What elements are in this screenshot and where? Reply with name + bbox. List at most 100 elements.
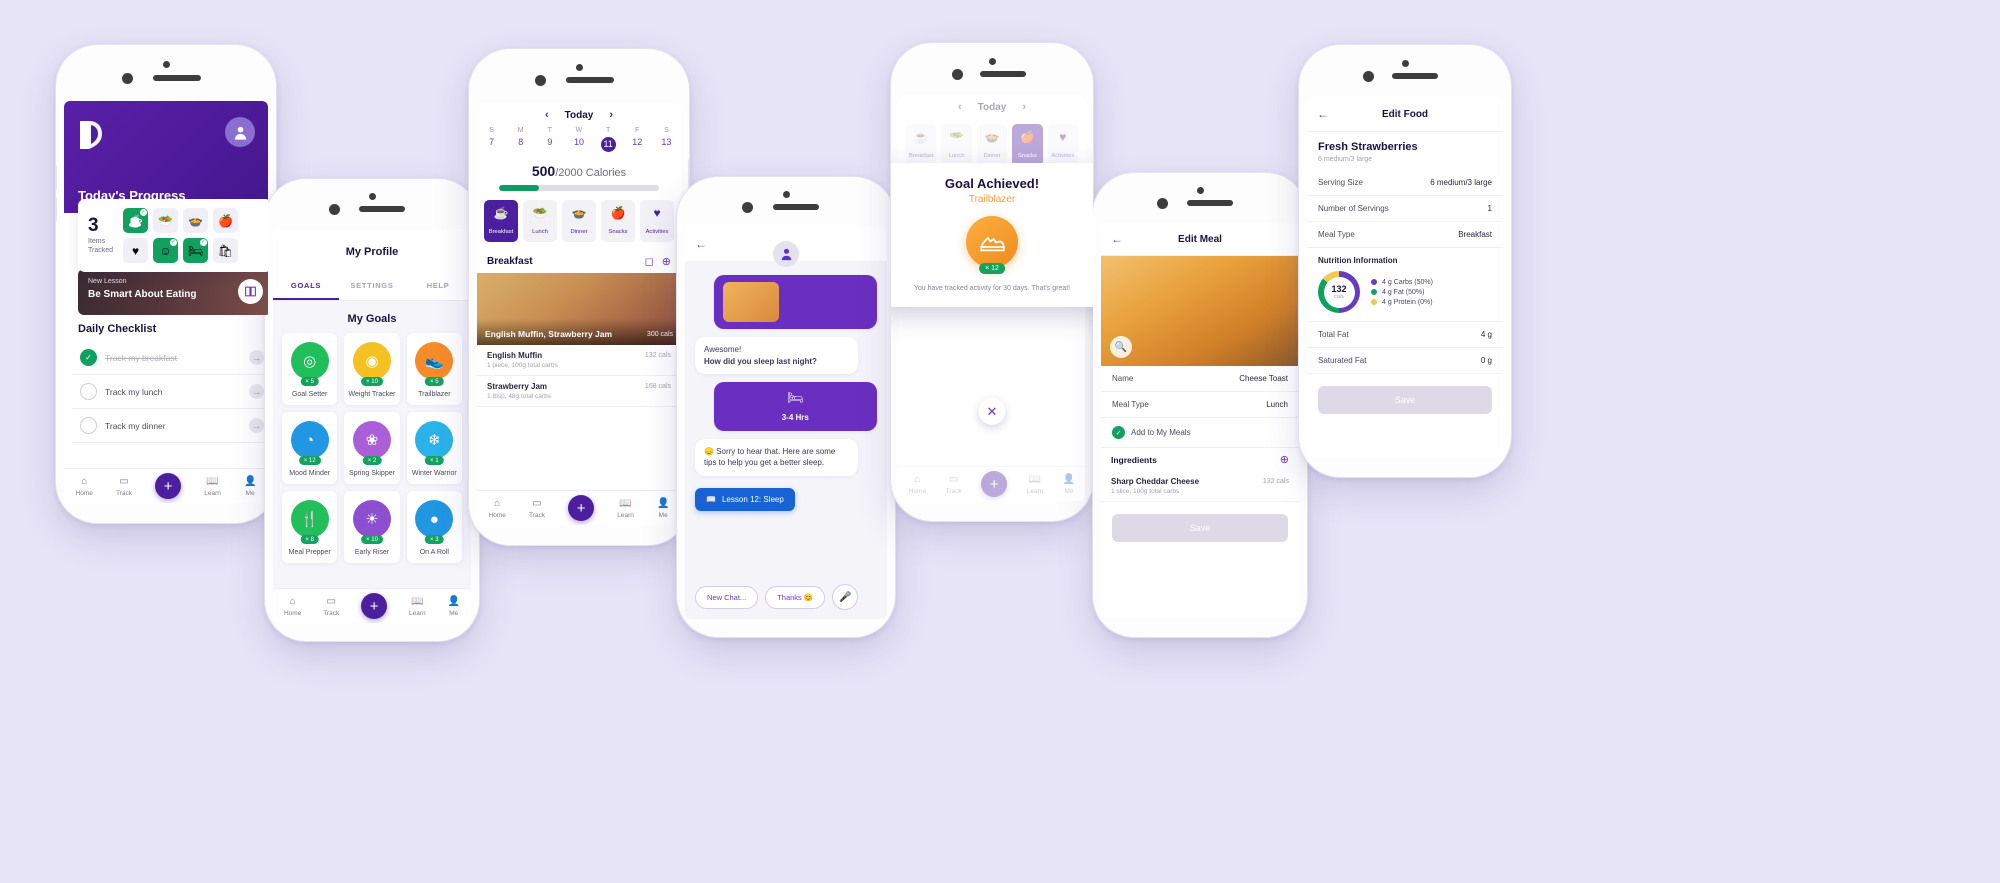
tab-learn[interactable]: 📖 Learn	[409, 594, 426, 619]
day-cell[interactable]: S 13	[656, 127, 676, 152]
tracked-tile[interactable]: 🥗	[153, 208, 179, 233]
day-cell[interactable]: T 11	[598, 127, 618, 152]
badge-card[interactable]: 🍴 × 8 Meal Prepper	[282, 491, 338, 563]
go-arrow-icon[interactable]: →	[249, 384, 264, 399]
chat-bubble[interactable]: 😞 Sorry to hear that. Here are some tips…	[695, 438, 859, 476]
back-arrow-icon[interactable]: ←	[695, 237, 707, 251]
field-row[interactable]: Meal Type Lunch	[1101, 392, 1299, 418]
volume-down-button[interactable]	[56, 197, 57, 221]
magnifier-icon[interactable]: 🔍	[1110, 336, 1132, 358]
plus-circle-icon[interactable]: ⊕	[1280, 453, 1289, 466]
quick-reply-button[interactable]: New Chat...	[695, 585, 759, 609]
tab-track[interactable]: ▭ Track	[529, 496, 545, 521]
plus-circle-icon[interactable]: ⊕	[662, 255, 671, 268]
save-button[interactable]: Save	[1318, 386, 1492, 414]
tab-home[interactable]: ⌂ Home	[76, 474, 93, 499]
tab-me[interactable]: 👤 Me	[244, 474, 256, 499]
lesson-banner[interactable]: New Lesson Be Smart About Eating	[78, 269, 268, 315]
day-cell[interactable]: F 12	[627, 127, 647, 152]
camera-icon[interactable]: ◻	[645, 255, 654, 268]
close-icon[interactable]: ✕	[978, 398, 1006, 425]
mic-icon[interactable]: 🎤	[832, 584, 859, 610]
tracked-tile[interactable]: 🛍	[213, 238, 239, 263]
chat-bubble[interactable]: Awesome! How did you sleep last night?	[695, 337, 859, 375]
food-row[interactable]: English Muffin 1 piece, 100g total carbs 1…	[477, 345, 681, 376]
ingredient-row[interactable]: Sharp Cheddar Cheese 1 slice, 100g total …	[1101, 471, 1299, 502]
avatar[interactable]	[225, 117, 255, 147]
tab-me[interactable]: 👤 Me	[448, 594, 460, 619]
day-cell[interactable]: M8	[511, 127, 531, 152]
tracked-tile[interactable]: ☕ ✓	[123, 208, 149, 233]
tab-settings[interactable]: SETTINGS	[339, 275, 405, 300]
checkbox[interactable]: ✓	[80, 349, 97, 366]
me-icon: 👤	[656, 497, 670, 509]
tab-goals[interactable]: GOALS	[273, 275, 339, 300]
tab-home[interactable]: ⌂ Home	[489, 496, 506, 521]
tab-track[interactable]: ▭ Track	[323, 594, 339, 619]
chevron-right-icon[interactable]: ›	[609, 109, 613, 121]
chevron-left-icon[interactable]: ‹	[545, 109, 549, 121]
checklist-item[interactable]: Track my dinner →	[72, 409, 268, 443]
meal-tab-snacks[interactable]: 🍎 Snacks	[601, 200, 635, 242]
badge-card[interactable]: 👟 × 5 Trailblazer	[406, 333, 462, 405]
phone-notch	[469, 49, 689, 107]
food-fields: Serving Size 6 medium/3 large Number of Se…	[1307, 170, 1503, 248]
add-fab-button[interactable]: +	[568, 495, 595, 521]
badge-card[interactable]: ◉ × 10 Weight Tracker	[344, 333, 400, 405]
checkbox[interactable]	[80, 383, 97, 400]
volume-up-button[interactable]	[56, 165, 57, 189]
meal-tab-breakfast[interactable]: ☕ Breakfast	[484, 200, 518, 242]
lesson-button[interactable]: 📖 Lesson 12: Sleep	[695, 487, 795, 511]
add-fab-button[interactable]: +	[361, 593, 388, 619]
food-row[interactable]: Strawberry Jam 1 tbsp, 48g total carbs 168…	[477, 376, 681, 407]
meal-tab-activities[interactable]: ♥ Activities	[640, 200, 674, 242]
tracked-tile[interactable]: 🛏 ✓	[183, 238, 209, 263]
checklist-item[interactable]: Track my lunch →	[72, 375, 268, 409]
today-label[interactable]: Today	[565, 110, 594, 121]
tab-track[interactable]: ▭ Track	[116, 474, 132, 499]
go-arrow-icon[interactable]: →	[249, 418, 264, 433]
day-cell[interactable]: S7	[482, 127, 502, 152]
tab-label: Learn	[409, 609, 426, 617]
save-button[interactable]: Save	[1112, 514, 1288, 542]
field-row[interactable]: Serving Size 6 medium/3 large	[1307, 170, 1503, 196]
tracked-tile[interactable]: 🍎	[213, 208, 239, 233]
chat-bubble-image[interactable]	[713, 275, 877, 329]
book-icon[interactable]	[238, 279, 263, 304]
chat-text-line: 😞 Sorry to hear that. Here are some tips…	[704, 446, 836, 468]
quick-reply-button[interactable]: Thanks 😊	[765, 585, 826, 609]
tab-help[interactable]: HELP	[405, 275, 471, 300]
field-row[interactable]: Number of Servings 1	[1307, 196, 1503, 222]
day-cell[interactable]: T9	[540, 127, 560, 152]
go-arrow-icon[interactable]: →	[249, 350, 264, 365]
tab-learn[interactable]: 📖 Learn	[617, 496, 634, 521]
badge-card[interactable]: ❀ × 2 Spring Skipper	[344, 412, 400, 484]
tracked-tile[interactable]: 🍲	[183, 208, 209, 233]
tab-learn[interactable]: 📖 Learn	[204, 474, 221, 499]
badge-card[interactable]: ☀ × 10 Early Riser	[344, 491, 400, 563]
checkbox[interactable]	[80, 417, 97, 434]
tracked-tile[interactable]: ☺ ✓	[153, 238, 179, 263]
badge-name: Trailblazer	[418, 391, 451, 398]
field-row[interactable]: Saturated Fat 0 g	[1307, 348, 1503, 374]
add-fab-button[interactable]: +	[155, 473, 182, 499]
tracked-tile[interactable]: ♥	[123, 238, 149, 263]
badge-card[interactable]: ❄ × 1 Winter Warrior	[406, 412, 462, 484]
add-to-my-meals-row[interactable]: ✓ Add to My Meals	[1101, 418, 1299, 448]
checklist-item[interactable]: ✓ Track my breakfast →	[72, 341, 268, 375]
day-cell[interactable]: W 10	[569, 127, 589, 152]
tab-home[interactable]: ⌂ Home	[284, 594, 301, 619]
field-row[interactable]: Name Cheese Toast	[1101, 366, 1299, 392]
badge-card[interactable]: ◔ × 12 Mood Minder	[282, 412, 338, 484]
avatar-icon	[234, 126, 246, 140]
meal-photo[interactable]: English Muffin, Strawberry Jam 300 cals	[477, 273, 681, 345]
field-row[interactable]: Meal Type Breakfast	[1307, 222, 1503, 248]
meal-tab-dinner[interactable]: 🍲 Dinner	[562, 200, 596, 242]
badge-card[interactable]: ● × 3 On A Roll	[406, 491, 462, 563]
tab-me[interactable]: 👤 Me	[657, 496, 669, 521]
field-row[interactable]: Total Fat 4 g	[1307, 322, 1503, 348]
lesson-label: New Lesson	[88, 278, 127, 285]
badge-card[interactable]: ◎ × 5 Goal Setter	[282, 333, 338, 405]
chat-bubble-sleep[interactable]: 🛏 3-4 Hrs	[713, 382, 877, 431]
meal-tab-lunch[interactable]: 🥗 Lunch	[523, 200, 557, 242]
